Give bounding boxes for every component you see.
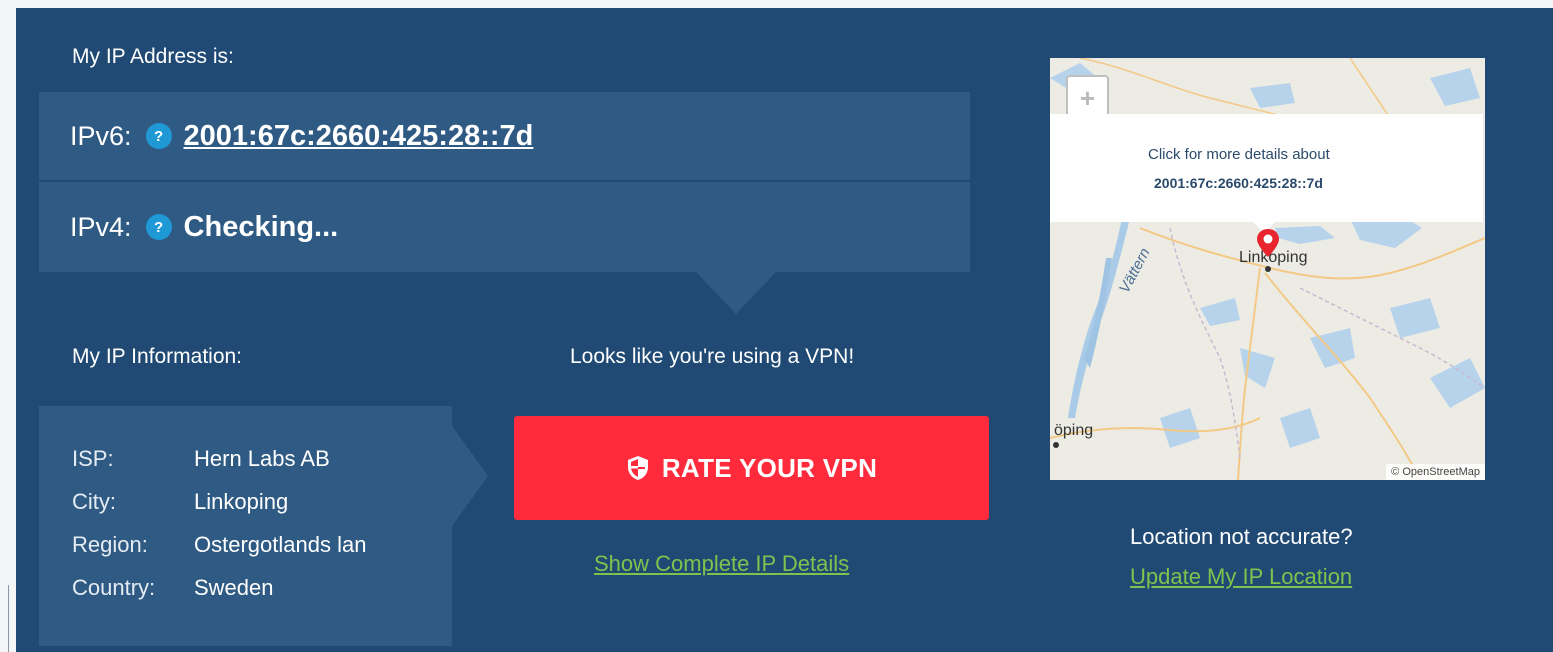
ipv6-label: IPv6: xyxy=(70,120,132,151)
rate-vpn-button[interactable]: RATE YOUR VPN xyxy=(514,416,989,520)
pointer-arrow xyxy=(696,272,776,314)
ip-address-heading: My IP Address is: xyxy=(72,45,234,68)
page-edge xyxy=(8,585,9,652)
info-key: Country: xyxy=(72,575,156,600)
info-key: ISP: xyxy=(72,446,114,471)
shield-icon xyxy=(627,456,648,480)
ipv6-row: IPv6: ? 2001:67c:2660:425:28::7d xyxy=(39,92,970,180)
ip-panel: My IP Address is: IPv6: ? 2001:67c:2660:… xyxy=(16,8,1553,652)
update-location-link[interactable]: Update My IP Location xyxy=(1130,564,1352,590)
info-value: Sweden xyxy=(194,575,274,600)
ipv4-row: IPv4: ? Checking... xyxy=(39,182,970,272)
location-map[interactable]: + − Click for more details about 2001:67… xyxy=(1050,58,1485,480)
ip-info-box: ISP: Hern Labs AB City: Linkoping Region… xyxy=(39,406,452,646)
map-popup[interactable]: Click for more details about 2001:67c:26… xyxy=(1050,114,1483,222)
info-key: Region: xyxy=(72,532,148,557)
ipv6-address-link[interactable]: 2001:67c:2660:425:28::7d xyxy=(184,120,534,153)
map-marker-icon[interactable] xyxy=(1255,228,1281,258)
ipv4-value: Checking... xyxy=(183,210,339,243)
location-question: Location not accurate? xyxy=(1130,524,1353,549)
rate-vpn-label: RATE YOUR VPN xyxy=(661,452,878,483)
info-value: Hern Labs AB xyxy=(194,446,330,471)
help-icon[interactable]: ? xyxy=(145,123,172,149)
map-attribution[interactable]: © OpenStreetMap xyxy=(1386,464,1485,480)
popup-ip: 2001:67c:2660:425:28::7d xyxy=(1154,175,1323,191)
info-key: City: xyxy=(72,489,116,514)
ipv4-label: IPv4: xyxy=(70,211,132,242)
help-icon[interactable]: ? xyxy=(145,214,172,240)
popup-text: Click for more details about xyxy=(1148,146,1330,163)
info-value: Linkoping xyxy=(194,489,289,514)
show-ip-details-link[interactable]: Show Complete IP Details xyxy=(594,551,849,577)
city-label-2: öping xyxy=(1054,422,1094,439)
vpn-message: Looks like you're using a VPN! xyxy=(570,345,855,368)
ip-info-heading: My IP Information: xyxy=(72,345,243,368)
info-value: Ostergotlands lan xyxy=(194,532,367,557)
info-pointer-arrow xyxy=(452,426,488,526)
